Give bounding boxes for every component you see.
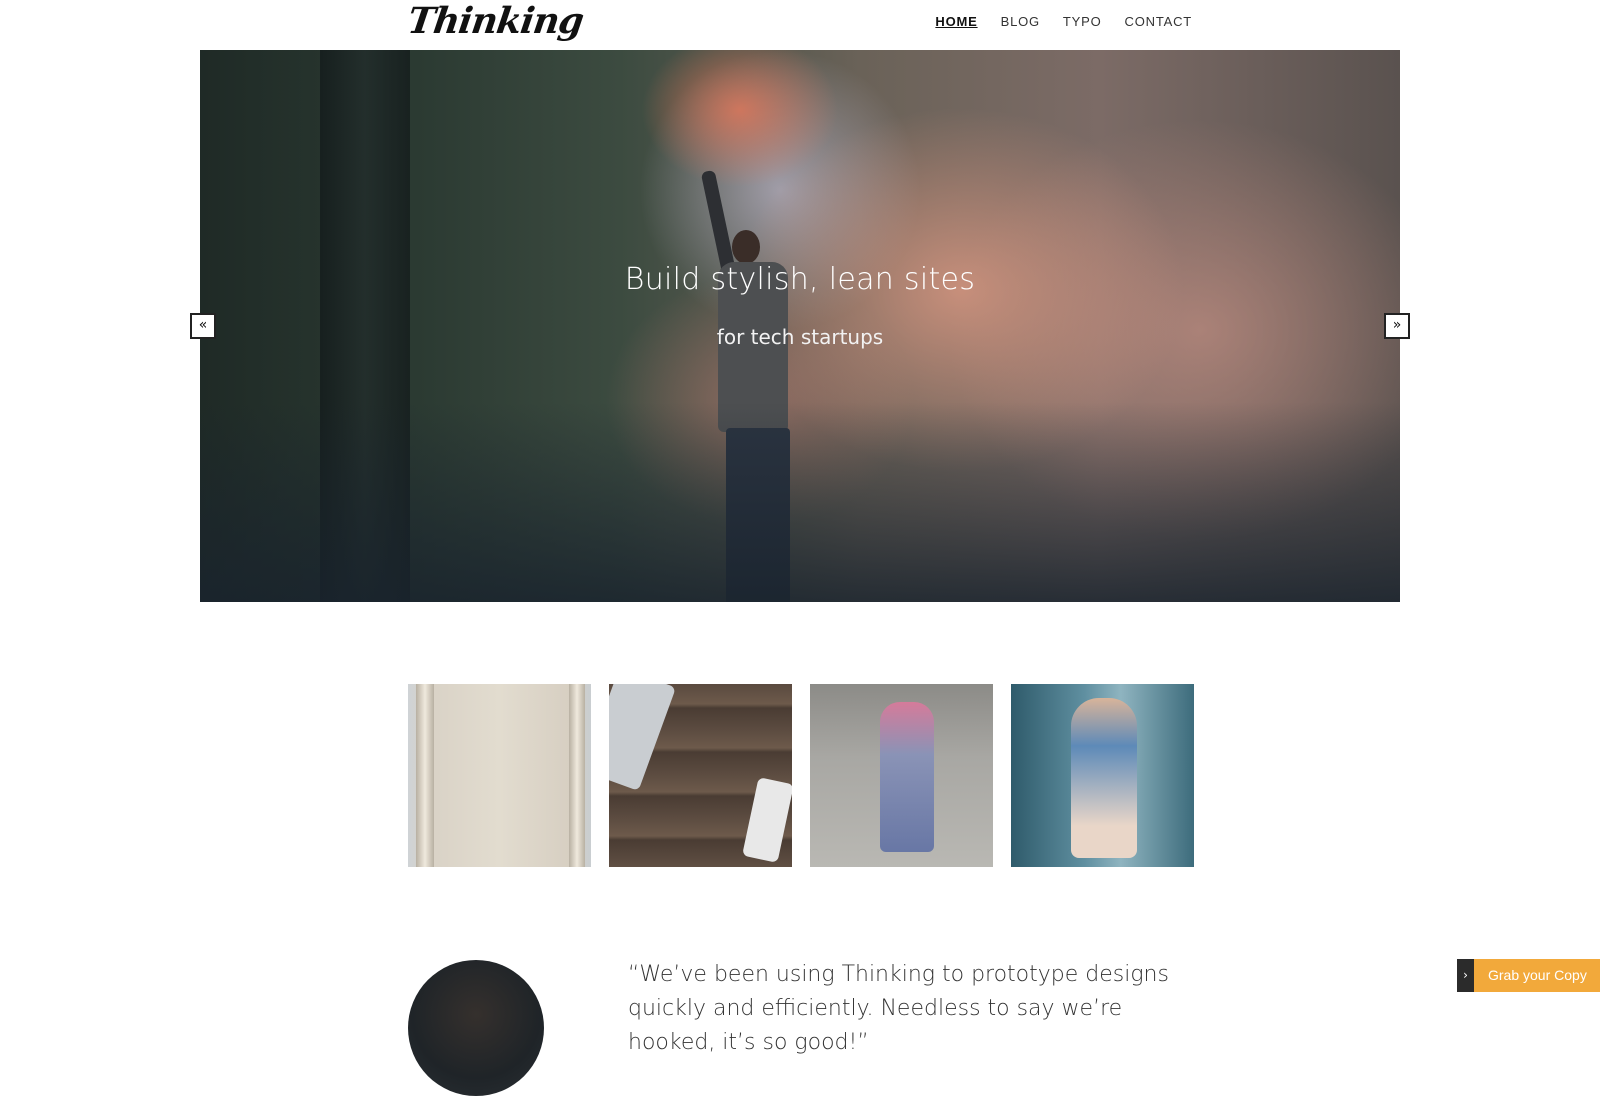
slider-next-button[interactable]: » bbox=[1384, 313, 1410, 339]
site-logo[interactable]: Thinking bbox=[405, 0, 586, 42]
slider-prev-button[interactable]: « bbox=[190, 313, 216, 339]
gallery-image-woman-denim[interactable] bbox=[1011, 684, 1194, 867]
gallery-image-desk-laptop[interactable] bbox=[609, 684, 792, 867]
nav-item-blog[interactable]: BLOG bbox=[1001, 12, 1040, 32]
grab-copy-button[interactable]: Grab your Copy bbox=[1474, 959, 1600, 992]
nav-item-home[interactable]: HOME bbox=[935, 12, 977, 32]
gallery-image-paper-roll[interactable] bbox=[408, 684, 591, 867]
hero-person-figure bbox=[700, 169, 790, 602]
site-header: Thinking HOME BLOG TYPO CONTACT bbox=[0, 0, 1600, 50]
nav-item-typo[interactable]: TYPO bbox=[1063, 12, 1102, 32]
gallery-image-woman-pink-hair[interactable] bbox=[810, 684, 993, 867]
hero-title: Build stylish, lean sites bbox=[624, 262, 976, 297]
image-gallery bbox=[408, 684, 1194, 867]
nav-item-contact[interactable]: CONTACT bbox=[1125, 12, 1192, 32]
hero-subtitle: for tech startups bbox=[716, 325, 884, 349]
hero-person-legs bbox=[726, 428, 790, 602]
chevron-right-icon[interactable]: › bbox=[1457, 959, 1474, 992]
grab-copy-widget: › Grab your Copy bbox=[1457, 959, 1600, 992]
main-nav: HOME BLOG TYPO CONTACT bbox=[935, 12, 1192, 32]
hero-slide: Build stylish, lean sites for tech start… bbox=[200, 50, 1400, 602]
hero-person-head bbox=[732, 230, 760, 264]
testimonial-avatar bbox=[408, 960, 544, 1096]
testimonial-quote: “We’ve been using Thinking to prototype … bbox=[628, 962, 1169, 1055]
